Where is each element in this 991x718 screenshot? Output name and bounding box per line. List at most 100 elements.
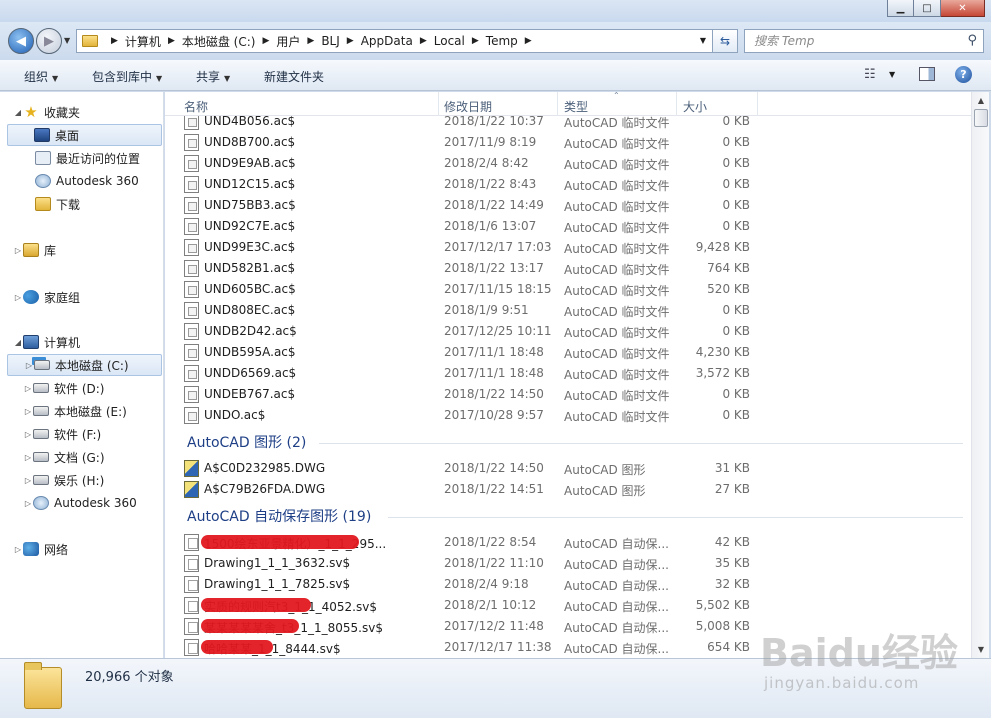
file-row[interactable]: UND75BB3.ac$ 2018/1/22 14:49 AutoCAD 临时文件 0… — [165, 195, 971, 216]
file-row[interactable]: UND582B1.ac$ 2018/1/22 13:17 AutoCAD 临时文件 7… — [165, 258, 971, 279]
back-button[interactable]: ◀ — [8, 28, 34, 54]
new-folder-button[interactable]: 新建文件夹 — [264, 68, 324, 85]
file-row[interactable]: UND8B700.ac$ 2017/11/9 8:19 AutoCAD 临时文件 0 … — [165, 132, 971, 153]
help-icon[interactable]: ? — [955, 66, 972, 83]
nav-computer[interactable]: ◢ 计算机 — [13, 331, 80, 353]
chevron-right-icon[interactable]: ▶ — [168, 36, 175, 46]
expand-arrow-icon[interactable]: ▷ — [24, 361, 34, 370]
chevron-right-icon[interactable]: ▶ — [111, 36, 118, 46]
breadcrumb-item[interactable]: AppData — [361, 34, 413, 48]
collapse-arrow-icon[interactable]: ◢ — [13, 338, 23, 347]
nav-drive-e[interactable]: ▷ 本地磁盘 (E:) — [23, 400, 127, 422]
preview-pane-icon[interactable] — [919, 67, 935, 81]
share-menu[interactable]: 共享 ▼ — [196, 68, 230, 85]
recent-pages-dropdown[interactable]: ▼ — [64, 36, 70, 45]
chevron-right-icon[interactable]: ▶ — [307, 36, 314, 46]
group-header-dwg[interactable]: AutoCAD 图形 (2) — [165, 430, 971, 454]
expand-arrow-icon[interactable]: ▷ — [13, 246, 23, 255]
nav-drive-f[interactable]: ▷ 软件 (F:) — [23, 423, 101, 445]
nav-recent-places[interactable]: 最近访问的位置 — [26, 147, 140, 169]
nav-drive-c[interactable]: ▷ 本地磁盘 (C:) — [7, 354, 162, 376]
file-row[interactable]: UND12C15.ac$ 2018/1/22 8:43 AutoCAD 临时文件 0 … — [165, 174, 971, 195]
chevron-right-icon[interactable]: ▶ — [420, 36, 427, 46]
file-row[interactable]: UNDB595A.ac$ 2017/11/1 18:48 AutoCAD 临时文件 4… — [165, 342, 971, 363]
file-row[interactable]: UND9E9AB.ac$ 2018/2/4 8:42 AutoCAD 临时文件 0 K… — [165, 153, 971, 174]
column-name[interactable]: 名称 — [184, 98, 208, 115]
file-row[interactable]: UND92C7E.ac$ 2018/1/6 13:07 AutoCAD 临时文件 0 … — [165, 216, 971, 237]
search-input[interactable] — [745, 30, 945, 52]
breadcrumb-item[interactable]: 用户 — [276, 33, 300, 50]
file-name: Drawing1_1_1_3632.sv$ — [204, 556, 351, 570]
organize-menu[interactable]: 组织 ▼ — [24, 68, 58, 85]
file-row[interactable]: UNDD6569.ac$ 2017/11/1 18:48 AutoCAD 临时文件 3… — [165, 363, 971, 384]
breadcrumb-item[interactable]: Local — [434, 34, 465, 48]
expand-arrow-icon[interactable]: ▷ — [23, 384, 33, 393]
file-date: 2017/11/9 8:19 — [444, 135, 537, 149]
file-row[interactable]: UND808EC.ac$ 2018/1/9 9:51 AutoCAD 临时文件 0 K… — [165, 300, 971, 321]
file-row[interactable]: Drawing1_1_1_3632.sv$ 2018/1/22 11:10 Auto… — [165, 553, 971, 574]
breadcrumb-item[interactable]: Temp — [486, 34, 518, 48]
chevron-right-icon[interactable]: ▶ — [262, 36, 269, 46]
scroll-up-icon[interactable]: ▲ — [972, 92, 990, 109]
file-row[interactable]: UNDO.ac$ 2017/10/28 9:57 AutoCAD 临时文件 0 KB — [165, 405, 971, 426]
address-bar[interactable]: ▶ 计算机 ▶ 本地磁盘 (C:) ▶ 用户 ▶ BLJ ▶ AppData ▶… — [76, 29, 713, 53]
file-row[interactable]: UNDB2D42.ac$ 2017/12/25 10:11 AutoCAD 临时文件… — [165, 321, 971, 342]
minimize-button[interactable]: ▁ — [887, 0, 914, 17]
file-name: UND75BB3.ac$ — [204, 198, 296, 212]
column-divider[interactable] — [557, 92, 558, 116]
expand-arrow-icon[interactable]: ▷ — [23, 453, 33, 462]
nav-drive-d[interactable]: ▷ 软件 (D:) — [23, 377, 105, 399]
nav-drive-h[interactable]: ▷ 娱乐 (H:) — [23, 469, 104, 491]
search-icon[interactable]: ⚲ — [967, 33, 977, 48]
column-size[interactable]: 大小 — [683, 98, 707, 115]
vertical-scrollbar[interactable]: ▲ ▼ — [971, 92, 989, 658]
address-history-dropdown[interactable]: ▼ — [700, 36, 706, 45]
expand-arrow-icon[interactable]: ▷ — [13, 293, 23, 302]
expand-arrow-icon[interactable]: ▷ — [23, 476, 33, 485]
maximize-button[interactable]: □ — [914, 0, 941, 17]
file-row[interactable]: Drawing1_1_1_7825.sv$ 2018/2/4 9:18 AutoCA… — [165, 574, 971, 595]
nav-desktop[interactable]: 桌面 — [7, 124, 162, 146]
nav-autodesk360[interactable]: ▷ Autodesk 360 — [23, 492, 137, 514]
nav-network[interactable]: ▷ 网络 — [13, 538, 68, 560]
group-header-autosave[interactable]: AutoCAD 自动保存图形 (19) — [165, 504, 971, 528]
chevron-right-icon[interactable]: ▶ — [347, 36, 354, 46]
scroll-thumb[interactable] — [974, 109, 988, 127]
collapse-arrow-icon[interactable]: ◢ — [13, 108, 23, 117]
nav-autodesk360-favorite[interactable]: Autodesk 360 — [26, 170, 139, 192]
file-row[interactable]: UNDEB767.ac$ 2018/1/22 14:50 AutoCAD 临时文件 0… — [165, 384, 971, 405]
chevron-right-icon[interactable]: ▶ — [472, 36, 479, 46]
include-in-library-label: 包含到库中 — [92, 70, 153, 84]
column-divider[interactable] — [757, 92, 758, 116]
breadcrumb-item[interactable]: BLJ — [321, 34, 339, 48]
file-row[interactable]: A$C79B26FDA.DWG 2018/1/22 14:51 AutoCAD 图形… — [165, 479, 971, 500]
column-divider[interactable] — [438, 92, 439, 116]
view-options-dropdown[interactable]: ▼ — [889, 70, 895, 79]
column-divider[interactable] — [676, 92, 677, 116]
file-row[interactable]: UND605BC.ac$ 2017/11/15 18:15 AutoCAD 临时文件… — [165, 279, 971, 300]
column-type[interactable]: 类型 — [564, 98, 588, 115]
include-in-library-menu[interactable]: 包含到库中 ▼ — [92, 68, 162, 85]
expand-arrow-icon[interactable]: ▷ — [23, 499, 33, 508]
close-button[interactable]: ✕ — [941, 0, 985, 17]
forward-button[interactable]: ▶ — [36, 28, 62, 54]
breadcrumb-item[interactable]: 本地磁盘 (C:) — [182, 33, 256, 50]
chevron-right-icon[interactable]: ▶ — [525, 36, 532, 46]
file-row[interactable]: 哈哈某某_1_1_8444.sv$2017/12/17 11:38AutoCAD… — [165, 637, 971, 658]
scroll-down-icon[interactable]: ▼ — [972, 641, 990, 658]
breadcrumb-item[interactable]: 计算机 — [125, 33, 161, 50]
expand-arrow-icon[interactable]: ▷ — [23, 430, 33, 439]
expand-arrow-icon[interactable]: ▷ — [13, 545, 23, 554]
nav-homegroup[interactable]: ▷ 家庭组 — [13, 286, 80, 308]
nav-drive-g[interactable]: ▷ 文档 (G:) — [23, 446, 105, 468]
nav-downloads[interactable]: 下载 — [26, 193, 80, 215]
refresh-button[interactable]: ⇆ — [712, 29, 738, 53]
expand-arrow-icon[interactable]: ▷ — [23, 407, 33, 416]
file-row[interactable]: A$C0D232985.DWG 2018/1/22 14:50 AutoCAD 图形… — [165, 458, 971, 479]
file-row[interactable]: UND99E3C.ac$ 2017/12/17 17:03 AutoCAD 临时文件… — [165, 237, 971, 258]
nav-favorites[interactable]: ◢ ★ 收藏夹 — [13, 101, 80, 123]
change-view-icon[interactable]: ☷ — [864, 67, 876, 82]
column-date-modified[interactable]: 修改日期 — [444, 98, 492, 115]
nav-libraries[interactable]: ▷ 库 — [13, 239, 56, 261]
file-type: AutoCAD 临时文件 — [564, 137, 670, 151]
